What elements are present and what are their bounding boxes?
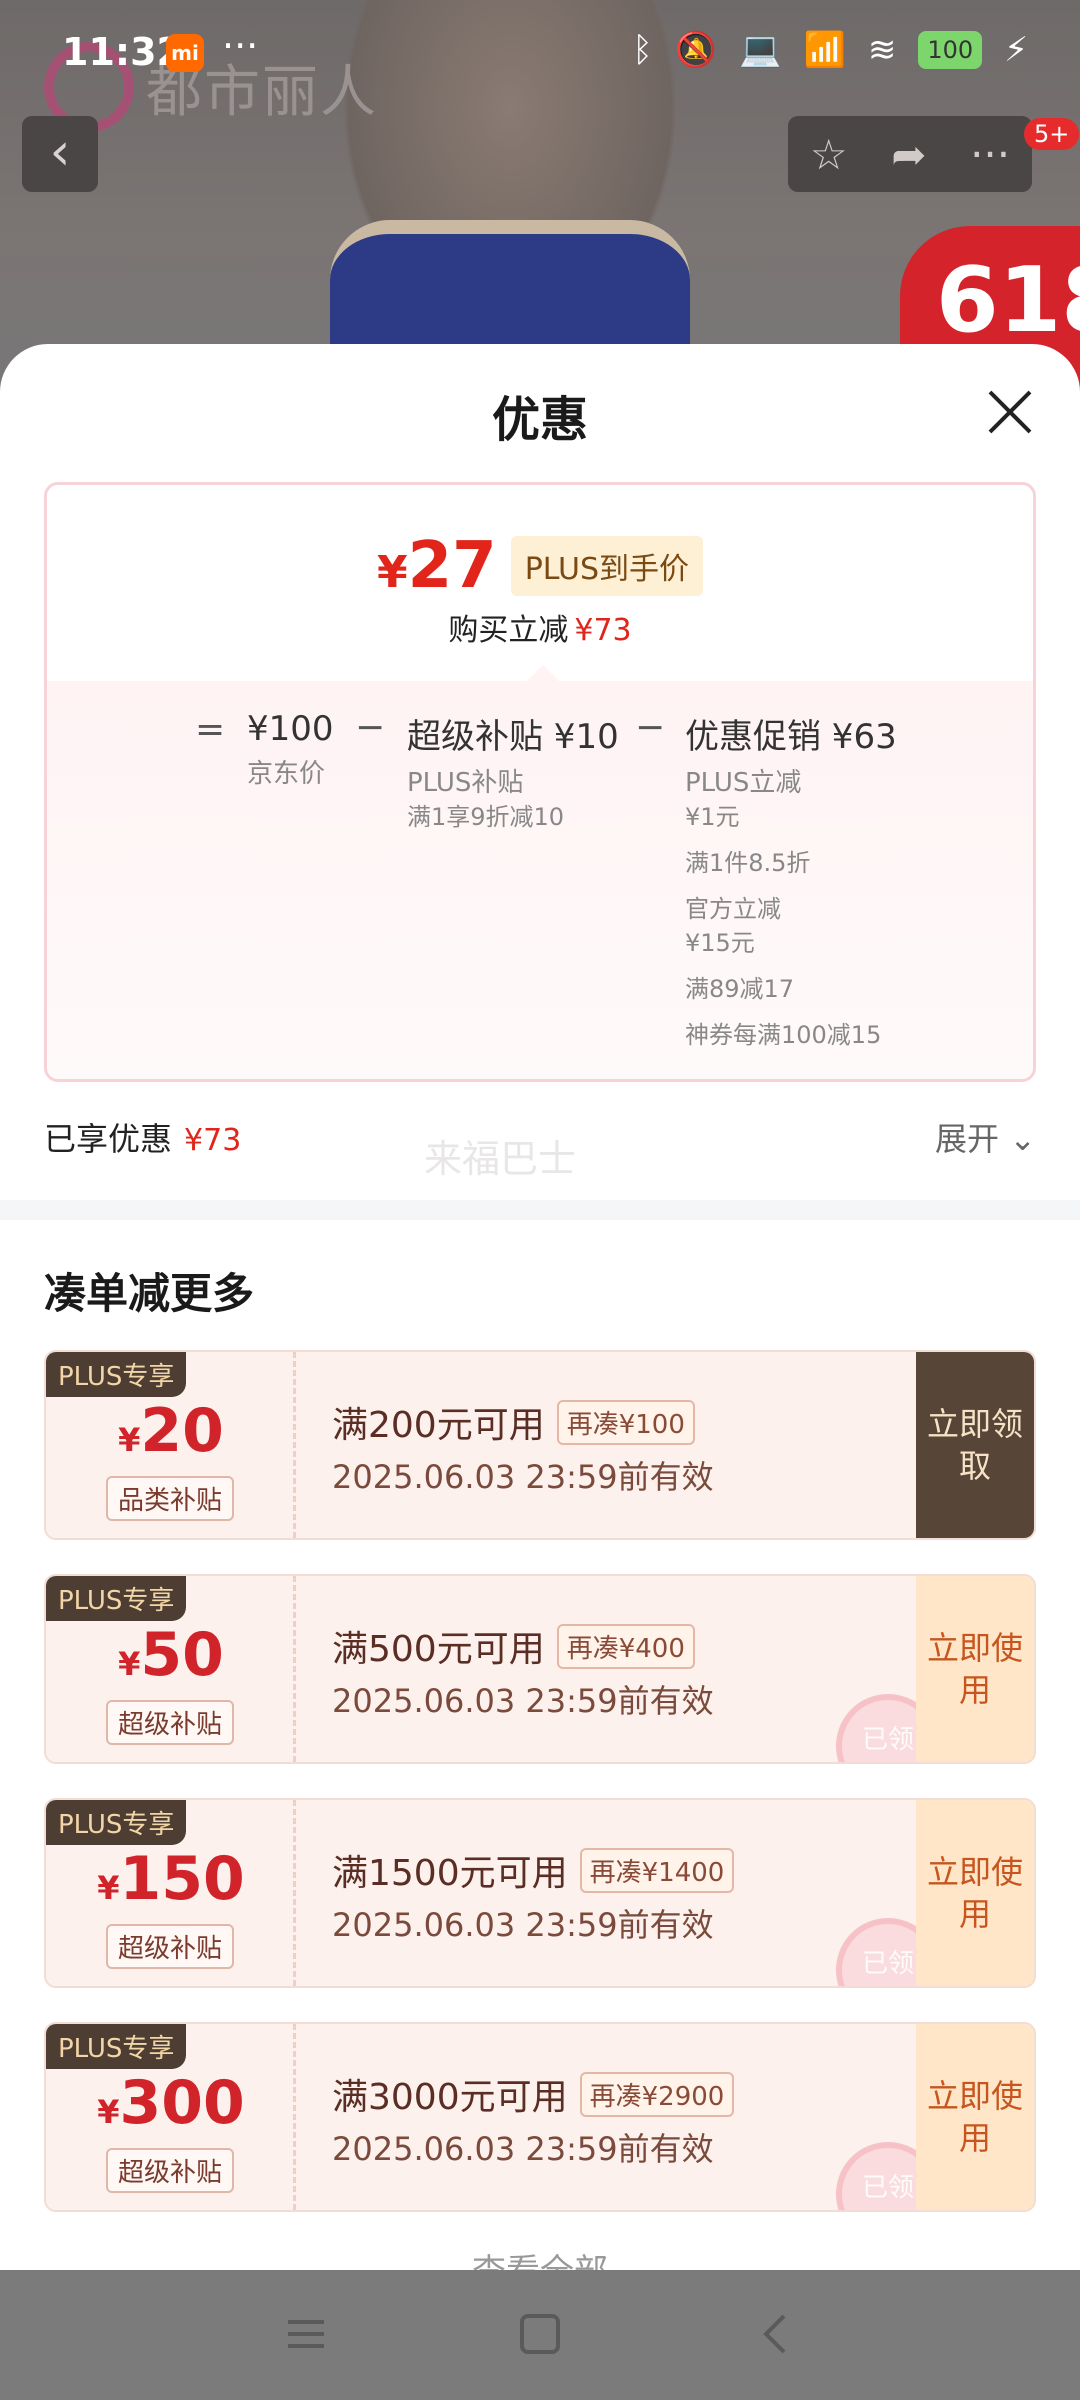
top-actions: ☆ ➦ ··· xyxy=(788,116,1032,192)
watermark: 来福巴士 xyxy=(424,1137,577,1181)
coupon-validity: 2025.06.03 23:59前有效 xyxy=(332,1906,714,1944)
plus-price-tag: PLUS到手价 xyxy=(510,536,703,596)
final-price: ¥27 xyxy=(377,529,497,603)
status-more: ··· xyxy=(222,24,259,68)
coupon-amount: ¥20 xyxy=(118,1396,224,1466)
coupon-amount: ¥150 xyxy=(97,1844,245,1914)
jd-price-column: ¥100 京东价 xyxy=(247,709,334,789)
section-title: 凑单减更多 xyxy=(44,1269,255,1318)
use-coupon-button[interactable]: 立即使用 xyxy=(916,2024,1034,2210)
bluetooth-icon: ᛒ xyxy=(632,30,653,70)
use-coupon-button[interactable]: 立即使用 xyxy=(916,1800,1034,1986)
chevron-down-icon: ⌄ xyxy=(1009,1120,1036,1158)
coupon-condition: 满3000元可用 再凑¥2900 xyxy=(332,2068,735,2120)
menu-icon[interactable] xyxy=(284,2312,328,2356)
coupon-condition: 满200元可用 再凑¥100 xyxy=(332,1396,695,1448)
coupon-card: PLUS专享 ¥50 超级补贴 满500元可用 再凑¥400 2025.06.03… xyxy=(44,1574,1036,1764)
coupon-type: 超级补贴 xyxy=(106,1700,235,1745)
discount-sheet: 优惠 ¥27 PLUS到手价 购买立减 ¥73 = ¥100 京东价 − 超级补贴… xyxy=(0,344,1080,2270)
coupon-validity: 2025.06.03 23:59前有效 xyxy=(332,2130,714,2168)
battery-icon: 100 xyxy=(918,31,983,69)
equals-sign: = xyxy=(195,709,226,750)
expand-button[interactable]: 展开 ⌄ xyxy=(935,1114,1036,1160)
coupon-type: 超级补贴 xyxy=(106,2148,235,2193)
back-icon[interactable] xyxy=(754,2312,798,2356)
use-coupon-button[interactable]: 立即使用 xyxy=(916,1576,1034,1762)
price-summary-card: ¥27 PLUS到手价 购买立减 ¥73 = ¥100 京东价 − 超级补贴 ¥1… xyxy=(44,482,1036,1082)
star-icon[interactable]: ☆ xyxy=(810,130,848,179)
coupon-validity: 2025.06.03 23:59前有效 xyxy=(332,1458,714,1496)
close-icon[interactable] xyxy=(982,384,1038,440)
message-badge: 5+ xyxy=(1024,118,1080,150)
system-nav-bar xyxy=(0,2270,1080,2400)
signal-icon: 📶 xyxy=(803,30,846,70)
coupon-card: PLUS专享 ¥20 品类补贴 满200元可用 再凑¥100 2025.06.03… xyxy=(44,1350,1036,1540)
share-icon[interactable]: ➦ xyxy=(891,130,926,179)
status-bar: 11:32 mi ··· ᛒ 🔕 💻 📶 ≋ 100 ⚡ xyxy=(0,0,1080,100)
charging-icon: ⚡ xyxy=(1004,30,1028,70)
enjoyed-amount: ¥73 xyxy=(184,1123,242,1158)
coupon-amount: ¥300 xyxy=(97,2068,245,2138)
coupon-card: PLUS专享 ¥150 超级补贴 满1500元可用 再凑¥1400 2025.06… xyxy=(44,1798,1036,1988)
mi-app-icon: mi xyxy=(166,34,204,72)
enjoyed-label: 已享优惠 xyxy=(44,1120,173,1158)
status-time: 11:32 xyxy=(62,30,183,74)
plus-exclusive-tag: PLUS专享 xyxy=(46,1576,187,1621)
home-icon[interactable] xyxy=(518,2312,562,2356)
plus-exclusive-tag: PLUS专享 xyxy=(46,1800,187,1845)
saved-line: 购买立减 ¥73 xyxy=(448,613,632,648)
subsidy-column: 超级补贴 ¥10 PLUS补贴 满1享9折减10 xyxy=(407,717,619,831)
coupon-validity: 2025.06.03 23:59前有效 xyxy=(332,1682,714,1720)
coupon-card: PLUS专享 ¥300 超级补贴 满3000元可用 再凑¥2900 2025.06… xyxy=(44,2022,1036,2212)
plus-exclusive-tag: PLUS专享 xyxy=(46,1352,187,1397)
price-breakdown: = ¥100 京东价 − 超级补贴 ¥10 PLUS补贴 满1享9折减10 − … xyxy=(47,681,1033,1079)
claim-coupon-button[interactable]: 立即领取 xyxy=(916,1352,1034,1538)
plus-exclusive-tag: PLUS专享 xyxy=(46,2024,187,2069)
coupon-type: 超级补贴 xyxy=(106,1924,235,1969)
minus-sign: − xyxy=(635,707,666,748)
laptop-icon: 💻 xyxy=(739,30,782,70)
caret-pointer xyxy=(527,665,559,681)
coupon-condition: 满500元可用 再凑¥400 xyxy=(332,1620,695,1672)
section-divider xyxy=(0,1200,1080,1220)
promo-column: 优惠促销 ¥63 PLUS立减 ¥1元 满1件8.5折 官方立减 ¥15元 满8… xyxy=(685,717,897,1049)
coupon-condition: 满1500元可用 再凑¥1400 xyxy=(332,1844,735,1896)
wifi-icon: ≋ xyxy=(867,30,897,70)
back-button[interactable]: ‹ xyxy=(22,116,98,192)
mute-icon: 🔕 xyxy=(674,30,718,70)
coupon-type: 品类补贴 xyxy=(106,1476,235,1521)
view-all-link[interactable]: 查看全部 xyxy=(0,2244,1080,2270)
more-icon[interactable]: ··· xyxy=(970,130,1010,179)
coupon-amount: ¥50 xyxy=(118,1620,224,1690)
sheet-title: 优惠 xyxy=(491,392,588,448)
minus-sign: − xyxy=(355,707,386,748)
